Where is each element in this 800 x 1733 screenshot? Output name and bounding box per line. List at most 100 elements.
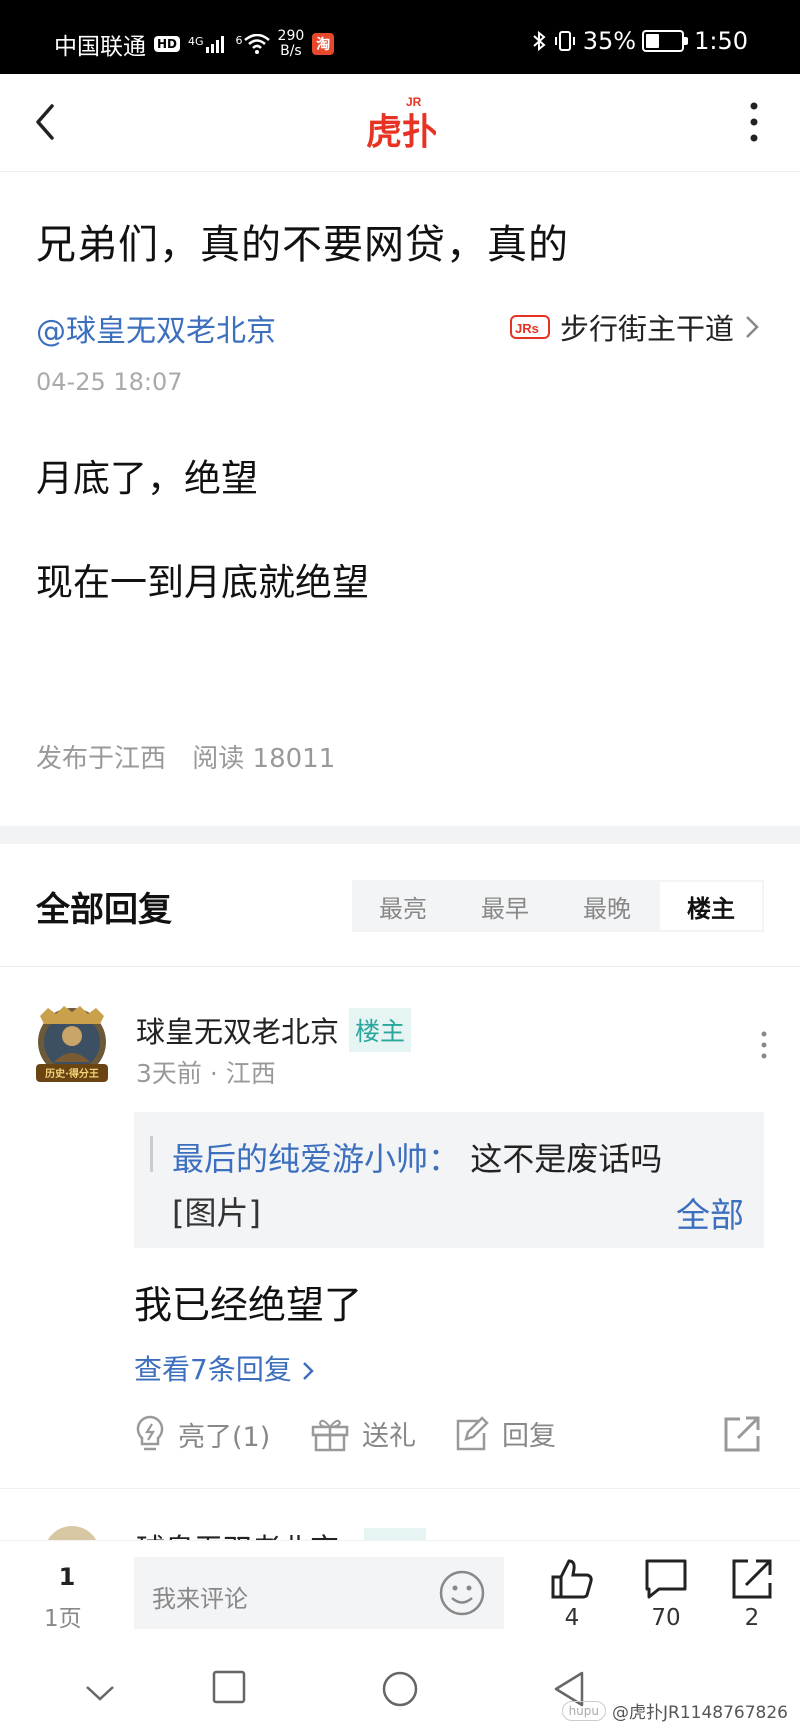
emoji-button[interactable] — [438, 1569, 486, 1617]
clock: 1:50 — [694, 27, 748, 55]
section-divider — [0, 826, 800, 844]
quoted-reply[interactable]: 最后的纯爱游小帅： 这不是废话吗 [图片] 全部 — [134, 1112, 764, 1248]
sort-tab-latest[interactable]: 最晚 — [556, 880, 658, 932]
collapse-nav-button[interactable] — [84, 1684, 116, 1704]
sort-tabs: 最亮 最早 最晚 楼主 — [352, 880, 764, 932]
sort-tab-earliest[interactable]: 最早 — [454, 880, 556, 932]
view-replies-link[interactable]: 查看7条回复 — [134, 1348, 315, 1388]
reply-username[interactable]: 球皇无双老北京 — [136, 1526, 339, 1540]
carrier-label: 中国联通 — [54, 34, 146, 60]
system-nav-bar: hupu @虎扑JR1148767826 — [0, 1650, 800, 1733]
reply-item-partial: 球皇无双老北京 — [0, 1516, 800, 1540]
post-paragraph: 月底了，绝望 — [36, 457, 258, 500]
reply-username[interactable]: 球皇无双老北京 — [136, 1009, 339, 1051]
light-button[interactable]: 亮了(1) — [134, 1414, 270, 1454]
home-button[interactable] — [381, 1670, 419, 1708]
sort-tab-brightest[interactable]: 最亮 — [352, 880, 454, 932]
quote-expand-link[interactable]: 全部 — [676, 1188, 744, 1237]
hupu-logo: JR 虎扑 — [366, 92, 436, 152]
post-meta: 发布于江西 阅读 18011 — [36, 738, 335, 775]
more-menu-button[interactable] — [748, 100, 760, 144]
logo-badge: JR — [406, 95, 422, 109]
post-reads: 阅读 18011 — [192, 744, 336, 774]
comment-count: 70 — [651, 1605, 681, 1631]
gift-button[interactable]: 送礼 — [310, 1414, 416, 1453]
avatar-badge-text: 历史·得分王 — [45, 1067, 99, 1080]
back-arrow-icon — [36, 104, 54, 140]
status-right: 35% 1:50 — [531, 27, 748, 55]
nav-bar: JR 虎扑 — [0, 74, 800, 172]
author-link[interactable]: @球皇无双老北京 — [36, 306, 276, 350]
vibrate-icon — [554, 31, 575, 51]
quote-author[interactable]: 最后的纯爱游小帅： — [172, 1140, 460, 1178]
comment-icon — [645, 1559, 687, 1599]
circle-icon — [382, 1671, 418, 1707]
post-body: 月底了，绝望 现在一到月底就绝望 — [36, 448, 369, 656]
watermark-text: @虎扑JR1148767826 — [612, 1703, 788, 1723]
avatar[interactable]: 历史·得分王 — [30, 1004, 114, 1088]
replies-header: 全部回复 — [36, 890, 172, 930]
post-time: 04-25 18:07 — [36, 368, 183, 396]
hd-badge: HD — [154, 36, 181, 52]
net-speed: 290 B/s — [278, 29, 305, 59]
quote-line: 最后的纯爱游小帅： 这不是废话吗 — [172, 1134, 662, 1180]
quote-text: 这不是废话吗 — [470, 1140, 663, 1178]
page-number[interactable]: 1 — [50, 1563, 84, 1591]
op-badge — [364, 1528, 426, 1540]
reply-body: 我已经绝望了 — [134, 1283, 363, 1327]
status-bar: 中国联通 HD 4G 6 290 B/s 淘 35% 1:50 — [0, 0, 800, 74]
more-vertical-icon — [750, 102, 758, 142]
thumbs-up-icon — [551, 1559, 593, 1599]
like-count: 4 — [564, 1605, 580, 1631]
forum-link[interactable]: JRs 步行街主干道 — [509, 306, 760, 348]
more-vertical-icon — [761, 1031, 767, 1059]
op-badge: 楼主 — [349, 1008, 412, 1052]
network-type: 4G — [188, 35, 204, 48]
chevron-right-icon — [746, 316, 759, 338]
watermark-logo: hupu — [561, 1700, 606, 1721]
chevron-down-icon — [86, 1686, 114, 1701]
emoji-icon — [439, 1570, 485, 1616]
reply-actions: 亮了(1) 送礼 回复 — [134, 1414, 764, 1464]
square-icon — [212, 1670, 246, 1704]
status-left: 中国联通 HD 4G 6 290 B/s 淘 — [54, 27, 335, 61]
avatar[interactable] — [44, 1526, 100, 1540]
comment-placeholder: 我来评论 — [152, 1585, 248, 1613]
quote-bar — [150, 1136, 153, 1172]
logo-text: 虎扑 — [366, 112, 436, 152]
network-type-2: 6 — [235, 34, 243, 47]
net-speed-unit: B/s — [280, 43, 302, 59]
share-post-button[interactable]: 2 — [722, 1557, 782, 1631]
share-icon — [732, 1559, 772, 1599]
gift-icon — [311, 1419, 349, 1451]
net-speed-value: 290 — [277, 28, 305, 44]
view-replies-label: 查看7条回复 — [134, 1353, 292, 1386]
recents-button[interactable] — [212, 1670, 246, 1704]
watermark: hupu @虎扑JR1148767826 — [561, 1698, 788, 1723]
battery-percent: 35% — [582, 27, 637, 55]
signal-icon: 4G — [188, 35, 228, 53]
wifi-icon: 6 — [236, 34, 270, 54]
divider — [0, 1488, 800, 1489]
edit-icon — [456, 1415, 489, 1450]
reply-label: 回复 — [502, 1421, 556, 1452]
comment-bar: 1 1页 我来评论 4 70 2 — [0, 1540, 800, 1650]
share-button[interactable] — [722, 1414, 764, 1454]
like-button[interactable]: 4 — [542, 1557, 602, 1631]
sort-tab-op[interactable]: 楼主 — [658, 880, 764, 932]
taobao-notification-icon: 淘 — [312, 33, 335, 55]
post-title: 兄弟们，真的不要网贷，真的 — [36, 222, 569, 268]
battery-fill — [646, 34, 660, 48]
battery-icon — [642, 30, 689, 52]
gift-label: 送礼 — [362, 1421, 416, 1452]
chevron-right-icon — [302, 1362, 314, 1380]
lightbulb-icon — [136, 1415, 164, 1451]
comment-input[interactable]: 我来评论 — [134, 1557, 504, 1629]
forum-badge-text: JRs — [515, 321, 539, 336]
page-label[interactable]: 1页 — [44, 1599, 82, 1633]
comments-button[interactable]: 70 — [636, 1557, 696, 1631]
reply-button[interactable]: 回复 — [452, 1414, 556, 1453]
back-button[interactable] — [32, 102, 58, 142]
divider — [0, 966, 800, 967]
reply-more-button[interactable] — [760, 1030, 768, 1060]
